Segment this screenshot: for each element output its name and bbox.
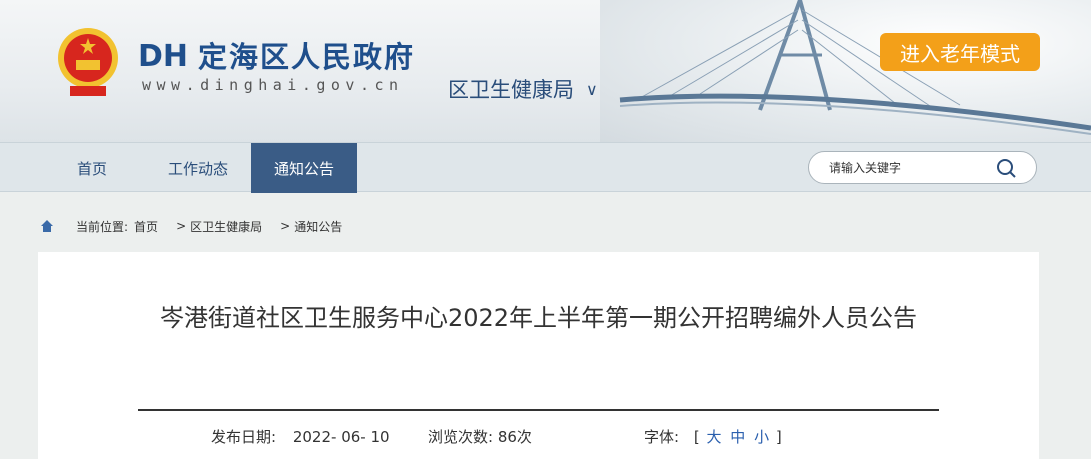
breadcrumb-item-home[interactable]: 首页 — [134, 218, 158, 235]
site-domain: www.dinghai.gov.cn — [142, 76, 404, 94]
logo-text: DH — [138, 39, 188, 72]
chevron-down-icon: ∨ — [586, 79, 598, 99]
search-input[interactable] — [829, 160, 999, 175]
article-title: 岑港街道社区卫生服务中心2022年上半年第一期公开招聘编外人员公告 — [159, 304, 918, 332]
breadcrumb: 当前位置: 首页 > 区卫生健康局 > 通知公告 — [40, 216, 342, 236]
site-logo-icon: DH — [138, 39, 188, 72]
title-divider — [138, 409, 939, 411]
home-icon — [41, 220, 53, 232]
nav-item-work-news[interactable]: 工作动态 — [146, 143, 250, 193]
nav-item-notices[interactable]: 通知公告 — [251, 143, 357, 193]
font-size-small-link[interactable]: 小 — [754, 428, 769, 446]
view-count: 浏览次数: 86次 — [428, 426, 532, 447]
publish-date-label: 发布日期: — [211, 428, 277, 446]
national-emblem-icon — [58, 28, 118, 96]
site-header: DH 定海区人民政府 www.dinghai.gov.cn 区卫生健康局 ∨ 进… — [0, 0, 1091, 142]
publish-date: 发布日期: 2022- 06- 10 — [211, 426, 390, 447]
view-count-label: 浏览次数: — [428, 428, 494, 446]
view-count-value: 86次 — [497, 428, 532, 446]
elder-mode-button[interactable]: 进入老年模式 — [880, 33, 1040, 71]
search-icon[interactable] — [996, 158, 1016, 178]
breadcrumb-separator: > — [176, 219, 187, 233]
department-name: 区卫生健康局 — [448, 78, 574, 102]
site-name: 定海区人民政府 — [198, 40, 416, 74]
font-size-bracket-open: [ — [693, 428, 700, 446]
font-size-label: 字体: — [644, 428, 680, 446]
publish-date-value: 2022- 06- 10 — [292, 428, 390, 446]
bridge-illustration — [619, 0, 1091, 135]
font-size-large-link[interactable]: 大 — [706, 428, 721, 446]
font-size-medium-link[interactable]: 中 — [730, 428, 745, 446]
nav-item-home[interactable]: 首页 — [44, 143, 140, 193]
search-box — [808, 151, 1037, 184]
breadcrumb-item-notices[interactable]: 通知公告 — [294, 218, 342, 235]
department-selector[interactable]: 区卫生健康局 ∨ — [448, 74, 598, 104]
breadcrumb-separator: > — [280, 219, 291, 233]
breadcrumb-item-department[interactable]: 区卫生健康局 — [190, 218, 262, 235]
breadcrumb-label: 当前位置: — [76, 219, 129, 234]
article-card: 岑港街道社区卫生服务中心2022年上半年第一期公开招聘编外人员公告 发布日期: … — [38, 252, 1039, 459]
font-size-control: 字体: [ 大 中 小 ] — [644, 426, 782, 447]
font-size-bracket-close: ] — [775, 428, 782, 446]
